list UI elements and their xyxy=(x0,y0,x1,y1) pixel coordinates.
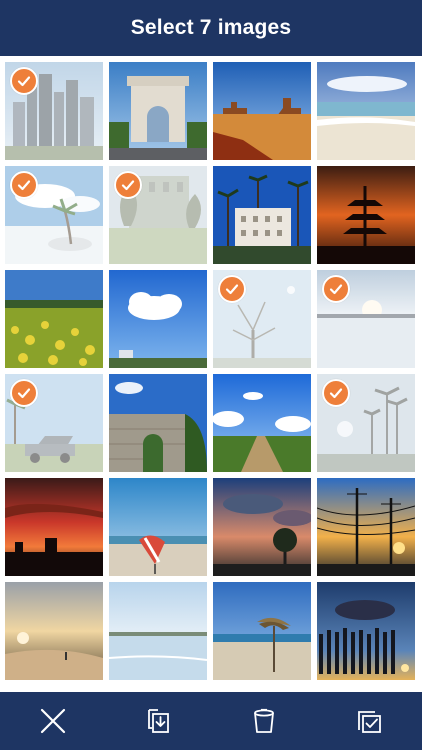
bottom-toolbar xyxy=(0,692,422,750)
photo-thumbnail[interactable] xyxy=(213,374,311,472)
photo-image xyxy=(317,62,415,160)
selected-checkmark-icon xyxy=(218,275,246,303)
photo-image xyxy=(317,166,415,264)
photo-image xyxy=(109,374,207,472)
page-title: Select 7 images xyxy=(130,16,292,39)
photo-grid xyxy=(5,62,417,680)
photo-thumbnail[interactable] xyxy=(109,374,207,472)
close-icon xyxy=(40,708,65,734)
selected-checkmark-icon xyxy=(10,171,38,199)
photo-thumbnail[interactable] xyxy=(109,478,207,576)
selected-checkmark-icon xyxy=(114,171,142,199)
selected-checkmark-icon xyxy=(322,379,350,407)
photo-thumbnail[interactable] xyxy=(5,582,103,680)
photo-image xyxy=(109,582,207,680)
photo-thumbnail[interactable] xyxy=(317,582,415,680)
photo-thumbnail[interactable] xyxy=(5,270,103,368)
photo-thumbnail[interactable] xyxy=(5,62,103,160)
photo-thumbnail[interactable] xyxy=(213,270,311,368)
photo-image xyxy=(5,582,103,680)
photo-image xyxy=(213,62,311,160)
photo-thumbnail[interactable] xyxy=(213,62,311,160)
photo-image xyxy=(213,582,311,680)
selected-checkmark-icon xyxy=(322,275,350,303)
photo-thumbnail[interactable] xyxy=(317,166,415,264)
photo-image xyxy=(109,270,207,368)
photo-thumbnail[interactable] xyxy=(317,270,415,368)
header-bar: Select 7 images xyxy=(0,0,422,56)
photo-thumbnail[interactable] xyxy=(5,374,103,472)
selected-checkmark-icon xyxy=(10,379,38,407)
photo-image xyxy=(213,166,311,264)
photo-thumbnail[interactable] xyxy=(213,166,311,264)
photo-thumbnail[interactable] xyxy=(5,478,103,576)
photo-thumbnail[interactable] xyxy=(317,478,415,576)
photo-image xyxy=(317,478,415,576)
photo-thumbnail[interactable] xyxy=(213,582,311,680)
photo-thumbnail[interactable] xyxy=(109,62,207,160)
photo-image xyxy=(5,478,103,576)
selected-checkmark-icon xyxy=(10,67,38,95)
select-all-button[interactable] xyxy=(345,697,393,745)
photo-thumbnail[interactable] xyxy=(317,374,415,472)
photo-thumbnail[interactable] xyxy=(317,62,415,160)
close-button[interactable] xyxy=(29,697,77,745)
photo-image xyxy=(109,478,207,576)
photo-thumbnail[interactable] xyxy=(109,582,207,680)
save-to-device-button[interactable] xyxy=(134,697,182,745)
photo-thumbnail[interactable] xyxy=(213,478,311,576)
photo-image xyxy=(317,582,415,680)
photo-thumbnail[interactable] xyxy=(109,270,207,368)
photo-thumbnail[interactable] xyxy=(5,166,103,264)
photo-image xyxy=(5,270,103,368)
photo-image xyxy=(109,62,207,160)
save-to-device-icon xyxy=(148,709,170,733)
trash-icon xyxy=(253,708,274,733)
delete-button[interactable] xyxy=(240,697,288,745)
photo-image xyxy=(213,374,311,472)
photo-thumbnail[interactable] xyxy=(109,166,207,264)
photo-image xyxy=(213,478,311,576)
select-all-icon xyxy=(358,711,382,733)
